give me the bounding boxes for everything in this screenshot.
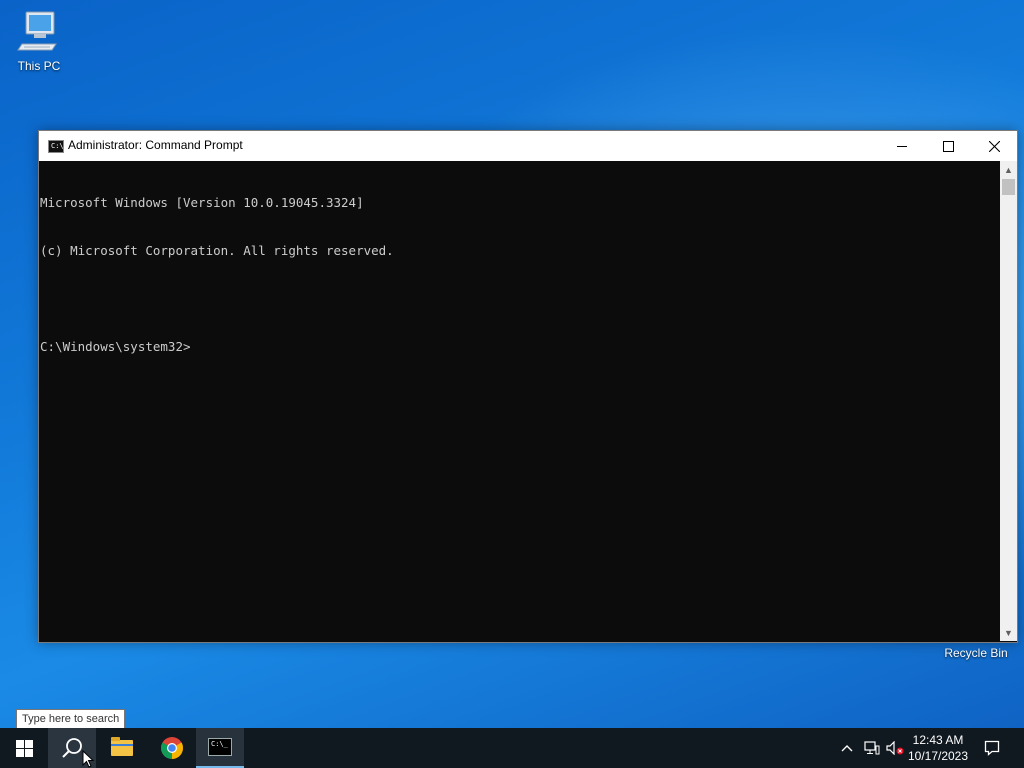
console-line: (c) Microsoft Corporation. All rights re…	[40, 243, 394, 258]
desktop-icon-label: This PC	[17, 59, 61, 73]
cmd-icon: C:\_	[208, 738, 232, 756]
minimize-button[interactable]	[879, 131, 925, 161]
computer-icon	[17, 11, 57, 51]
taskbar: C:\_ 12:43 AM 10/17/2023	[0, 728, 1024, 768]
scroll-down-arrow[interactable]: ▼	[1000, 624, 1017, 641]
folder-icon	[111, 737, 133, 756]
clock-time: 12:43 AM	[912, 733, 964, 747]
console-prompt-line[interactable]: C:\Windows\system32>	[40, 339, 999, 355]
start-button[interactable]	[0, 728, 48, 768]
close-button[interactable]	[971, 131, 1017, 161]
close-icon	[988, 140, 1000, 152]
volume-button[interactable]	[884, 728, 906, 768]
desktop-icon-label: Recycle Bin	[944, 646, 1008, 660]
command-prompt-taskbar-button[interactable]: C:\_	[196, 728, 244, 768]
minimize-icon	[897, 145, 907, 147]
clock[interactable]: 12:43 AM 10/17/2023	[906, 728, 970, 768]
network-button[interactable]	[862, 728, 882, 768]
clock-date: 10/17/2023	[907, 749, 969, 763]
show-hidden-icons-button[interactable]	[838, 728, 856, 768]
command-prompt-window[interactable]: C:\_ Administrator: Command Prompt Micro…	[38, 130, 1018, 643]
search-icon	[62, 738, 82, 758]
scroll-up-arrow[interactable]: ▲	[1000, 161, 1017, 178]
scrollbar-thumb[interactable]	[1002, 179, 1015, 195]
volume-muted-icon	[886, 741, 904, 755]
cmd-icon: C:\_	[48, 140, 68, 153]
notification-icon	[984, 740, 1000, 756]
chrome-icon	[161, 737, 183, 759]
mouse-cursor-icon	[82, 750, 94, 768]
maximize-button[interactable]	[925, 131, 971, 161]
window-title: Administrator: Command Prompt	[68, 138, 243, 152]
file-explorer-button[interactable]	[98, 728, 146, 768]
console-line: Microsoft Windows [Version 10.0.19045.33…	[40, 195, 364, 210]
vertical-scrollbar[interactable]: ▲ ▼	[1000, 161, 1017, 641]
chrome-button[interactable]	[148, 728, 196, 768]
action-center-button[interactable]	[976, 728, 1008, 768]
search-tooltip: Type here to search	[16, 709, 126, 729]
title-bar[interactable]: C:\_ Administrator: Command Prompt	[39, 131, 1017, 161]
desktop-icon-this-pc[interactable]: This PC	[7, 10, 71, 73]
console-output[interactable]: Microsoft Windows [Version 10.0.19045.33…	[39, 161, 999, 641]
chevron-up-icon	[841, 745, 853, 752]
maximize-icon	[942, 140, 954, 152]
windows-logo-icon	[15, 739, 33, 757]
network-icon	[864, 741, 880, 755]
